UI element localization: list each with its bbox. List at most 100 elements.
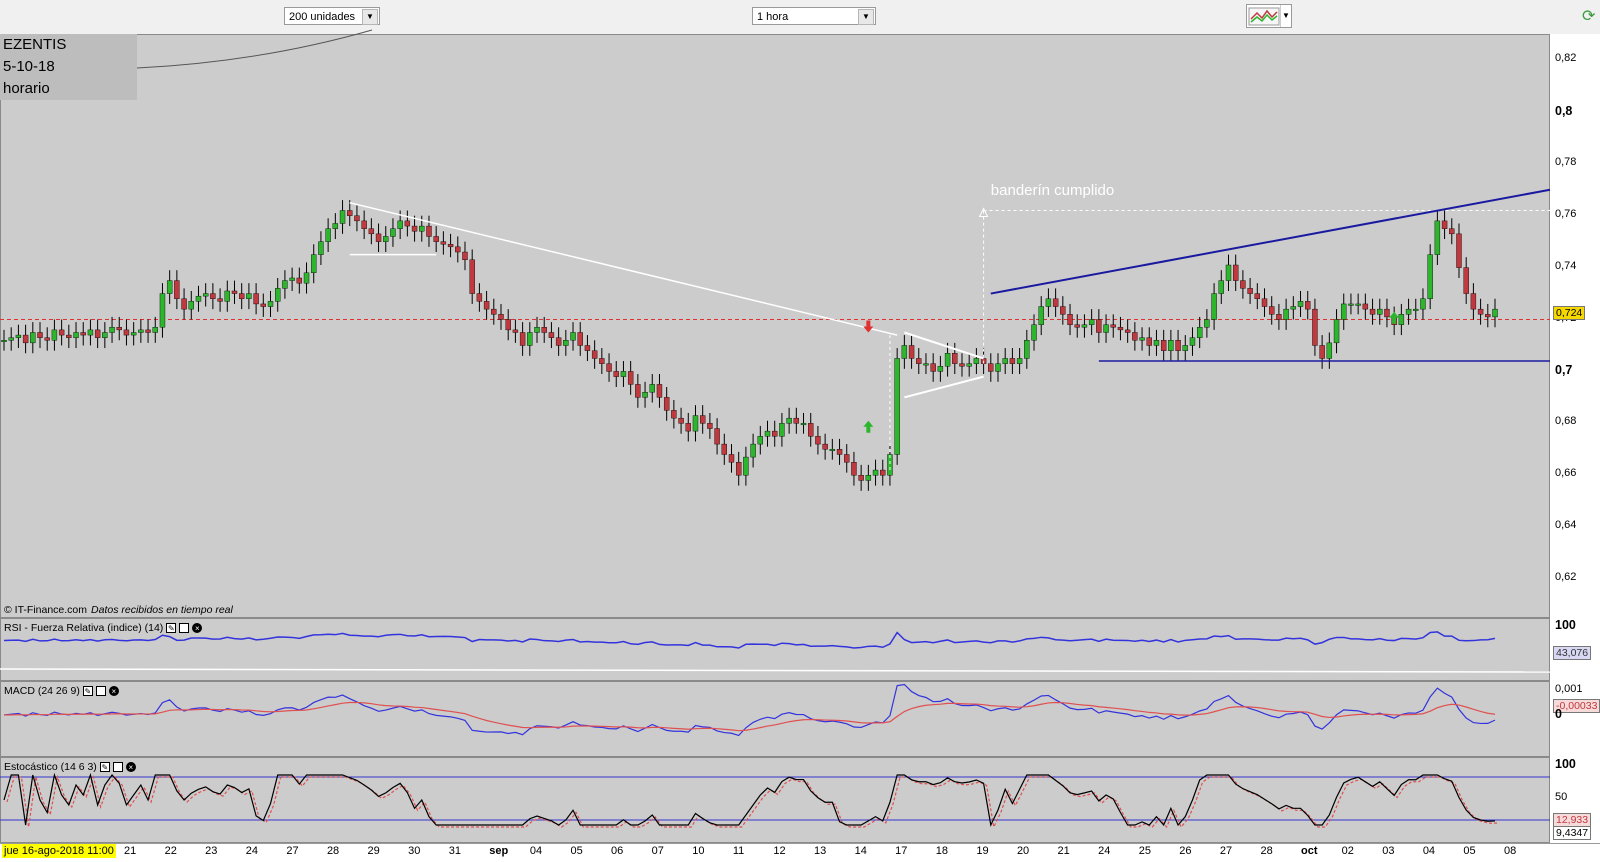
candle-body [217, 298, 223, 302]
candle-body [1060, 306, 1066, 315]
candle-body [224, 290, 230, 302]
candle-body [872, 469, 879, 476]
buy-arrow-icon [1389, 311, 1400, 324]
candle-body [1492, 308, 1498, 318]
candle-body [1348, 303, 1354, 306]
candle-body [1009, 358, 1016, 364]
candle-body [1297, 301, 1304, 307]
candle-body [37, 332, 43, 338]
candle-body [1196, 327, 1203, 338]
candle-body [591, 350, 598, 359]
rsi-baseline [0, 668, 1551, 673]
stoch-k-line [3, 772, 1496, 827]
candle-body [354, 215, 360, 222]
candle-body [692, 415, 699, 432]
candle-body [894, 358, 900, 455]
flag-upper-line [904, 331, 984, 360]
candle-body [1052, 298, 1059, 307]
candle-body [325, 228, 331, 242]
candle-body [1341, 303, 1347, 320]
candle-body [952, 353, 958, 364]
candle-body [599, 358, 605, 364]
candle-body [1218, 280, 1224, 294]
candle-body [966, 363, 972, 367]
candle-body [1283, 308, 1289, 320]
candle-body [944, 353, 951, 367]
candle-body [534, 327, 540, 333]
candle-body [174, 280, 180, 299]
candle-body [303, 272, 310, 284]
candle-body [555, 337, 562, 346]
candle-body [1276, 314, 1282, 320]
candle-body [1204, 319, 1210, 328]
candle-body [1362, 303, 1369, 310]
candle-body [1225, 264, 1232, 281]
sell-arrow-icon [863, 320, 874, 333]
candle-body [73, 332, 79, 338]
candle-body [527, 332, 533, 346]
candle-body [1139, 337, 1145, 341]
candle-body [642, 391, 648, 398]
candle-body [368, 228, 375, 235]
buy-arrow-icon [863, 420, 874, 433]
candle-body [44, 337, 50, 341]
candle-body [699, 415, 706, 424]
candle-body [253, 293, 259, 305]
candle-body [606, 363, 612, 372]
candle-body [1463, 267, 1469, 294]
candle-body [1016, 358, 1023, 364]
candle-body [404, 220, 411, 227]
candle-body [332, 223, 339, 229]
candle-body [51, 329, 58, 341]
candle-body [930, 363, 936, 372]
candle-body [1, 340, 7, 342]
candle-body [829, 449, 836, 451]
candle-body [390, 228, 396, 237]
candle-body [671, 410, 677, 419]
candle-body [779, 423, 785, 437]
candle-body [959, 363, 965, 367]
candle-body [1074, 324, 1080, 328]
candle-body [188, 301, 194, 310]
candle-body [166, 280, 173, 294]
candle-body [1088, 319, 1095, 325]
candle-body [347, 210, 353, 216]
candle-body [469, 259, 475, 294]
candle-body [15, 334, 22, 338]
candle-body [1182, 345, 1188, 351]
candle-body [916, 358, 922, 364]
candle-body [1312, 308, 1318, 346]
candle-body [433, 236, 439, 242]
candle-body [1168, 340, 1174, 351]
candle-body [880, 469, 886, 476]
candle-body [231, 290, 238, 294]
candle-body [577, 332, 583, 346]
candle-body [1211, 293, 1217, 320]
candle-body [735, 462, 742, 476]
candle-body [1420, 298, 1426, 310]
candle-body [462, 251, 468, 261]
chart-canvas: banderín cumplido [0, 29, 1551, 829]
candle-body [1081, 324, 1088, 328]
candle-body [476, 293, 483, 302]
candle-body [195, 295, 202, 302]
candle-body [786, 417, 792, 424]
candle-body [1398, 314, 1405, 325]
candle-body [1333, 319, 1340, 344]
candle-body [426, 225, 432, 237]
candle-body [563, 340, 569, 346]
candle-body [1413, 308, 1419, 311]
candle-body [1002, 358, 1008, 364]
candle-body [901, 345, 908, 359]
candle-body [858, 475, 864, 481]
candle-body [1384, 308, 1390, 318]
candle-body [145, 329, 151, 333]
candle-body [663, 397, 670, 411]
candle-body [815, 436, 821, 445]
candle-body [750, 443, 756, 458]
candle-body [512, 329, 519, 333]
candle-body [519, 332, 526, 346]
candle-body [159, 293, 166, 328]
candle-body [1146, 337, 1152, 346]
candle-body [383, 236, 389, 242]
